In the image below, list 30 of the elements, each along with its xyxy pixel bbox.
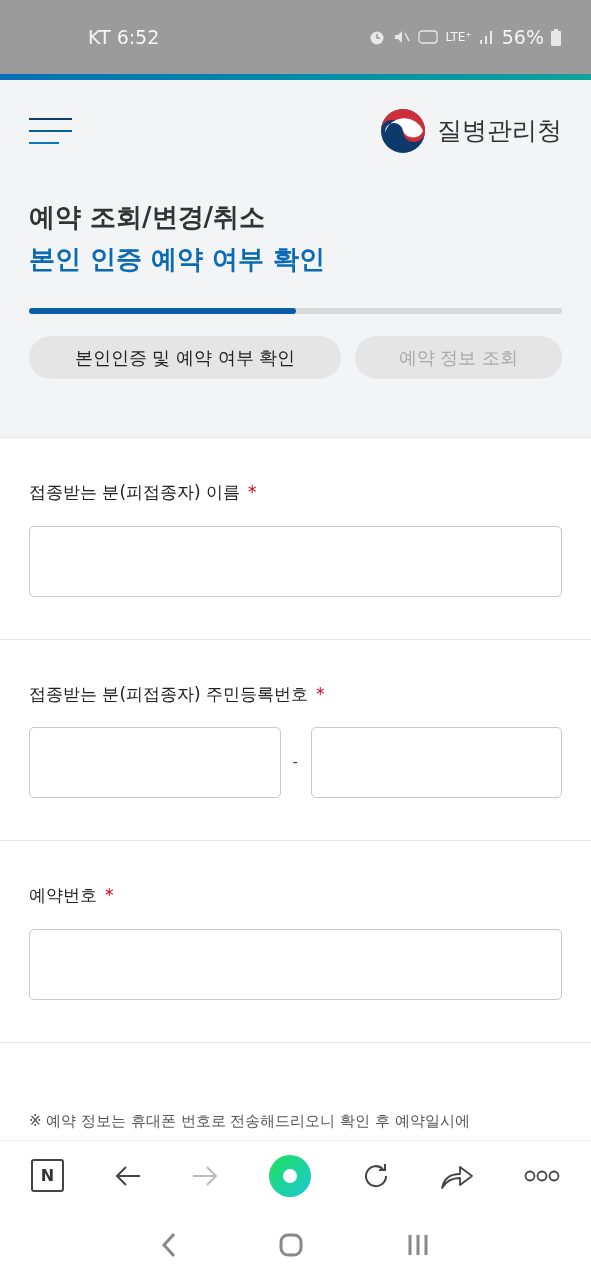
forward-icon[interactable]: [191, 1163, 220, 1188]
n-button[interactable]: N: [31, 1159, 64, 1192]
signal-icon: [478, 29, 495, 45]
field-label: 접종받는 분(피접종자) 주민등록번호: [29, 682, 309, 706]
input-field[interactable]: [29, 928, 562, 1000]
battery-icon: [551, 28, 561, 46]
nav-home-icon[interactable]: [279, 1233, 304, 1257]
nav-back-icon[interactable]: [161, 1232, 178, 1258]
network-type: LTE⁺: [445, 29, 472, 46]
home-circle-icon[interactable]: [268, 1154, 311, 1197]
input-field[interactable]: [29, 727, 281, 798]
page-title: 예약 조회/변경/취소: [29, 201, 267, 234]
input-field[interactable]: [310, 727, 562, 798]
notice-text: ※ 예약 정보는 휴대폰 번호로 전송해드리오니 확인 후 예약일시에: [29, 1110, 470, 1132]
logo-icon: [379, 107, 427, 155]
battery-level: 56%: [501, 24, 544, 50]
field-label: 접종받는 분(피접종자) 이름: [29, 481, 241, 504]
field-label: 예약번호: [29, 884, 97, 907]
required-mark: *: [316, 682, 325, 706]
menu-icon[interactable]: [29, 116, 73, 146]
required-mark: *: [105, 884, 114, 907]
required-mark: *: [248, 481, 257, 504]
logo-text: 질병관리청: [437, 115, 562, 148]
back-icon[interactable]: [113, 1163, 142, 1188]
separator: -: [292, 752, 299, 774]
page-subtitle: 본인 인증 예약 여부 확인: [29, 243, 327, 276]
step-tab[interactable]: 본인인증 및 예약 여부 확인: [29, 336, 341, 379]
status-time: KT 6:52: [88, 24, 160, 50]
more-icon[interactable]: [523, 1169, 560, 1182]
input-field[interactable]: [29, 525, 562, 597]
